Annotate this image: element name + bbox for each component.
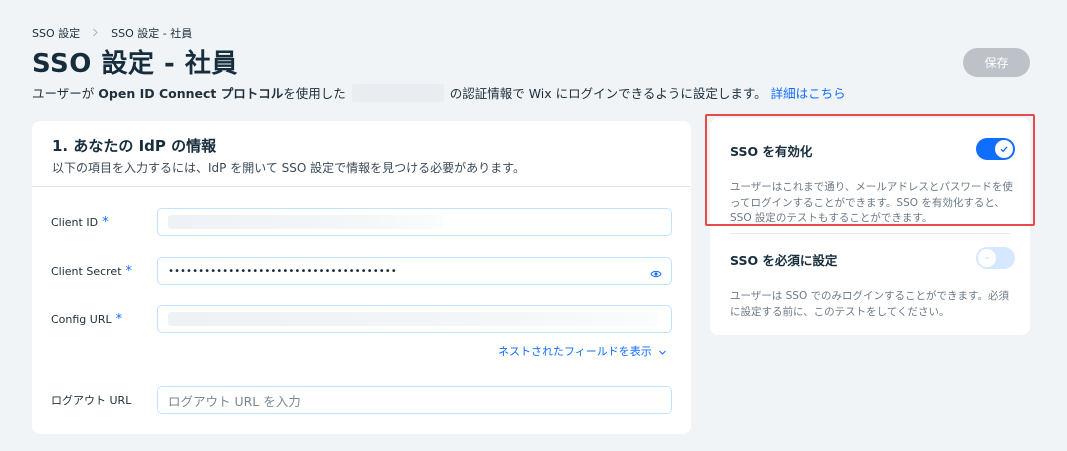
enable-sso-toggle[interactable] — [976, 138, 1015, 160]
breadcrumb-item-sso-settings[interactable]: SSO 設定 — [32, 25, 80, 41]
client-secret-value: •••••••••••••••••••••••••••••••••••••• — [168, 265, 397, 277]
divider — [730, 233, 1010, 234]
enable-sso-section: SSO を有効化 ユーザーはこれまで通り、メールアドレスとパスワードを使ってログ… — [730, 138, 1015, 227]
page-title: SSO 設定 - 社員 — [32, 49, 238, 79]
subtitle-prefix: ユーザーが — [32, 86, 95, 101]
logout-url-label: ログアウト URL — [51, 392, 131, 408]
breadcrumb: SSO 設定 SSO 設定 - 社員 — [32, 25, 192, 41]
minus-icon — [985, 257, 989, 259]
require-sso-section: SSO を必須に設定 ユーザーは SSO でのみログインすることができます。必須… — [730, 247, 1015, 320]
toggle-knob — [995, 140, 1013, 158]
required-marker: * — [125, 263, 133, 279]
save-button[interactable]: 保存 — [963, 48, 1030, 77]
redacted-value — [168, 312, 658, 326]
required-marker: * — [102, 214, 109, 230]
idp-info-card: 1. あなたの IdP の情報 以下の項目を入力するには、IdP を開いて SS… — [32, 121, 691, 434]
enable-sso-description: ユーザーはこれまで通り、メールアドレスとパスワードを使ってログインすることができ… — [730, 181, 1013, 224]
client-secret-input[interactable]: •••••••••••••••••••••••••••••••••••••• — [157, 257, 672, 285]
sso-toggle-card: SSO を有効化 ユーザーはこれまで通り、メールアドレスとパスワードを使ってログ… — [710, 118, 1030, 335]
redacted-text — [351, 83, 444, 102]
chevron-right-icon — [92, 27, 99, 40]
nested-fields-link-text: ネストされたフィールドを表示 — [498, 345, 652, 358]
config-url-input[interactable] — [157, 305, 672, 333]
toggle-knob — [978, 249, 996, 267]
require-sso-toggle[interactable] — [976, 247, 1015, 269]
require-sso-title: SSO を必須に設定 — [730, 253, 838, 268]
redacted-value — [168, 215, 443, 229]
enable-sso-title: SSO を有効化 — [730, 144, 813, 159]
subtitle-suffix: の認証情報で Wix にログインできるように設定します。 — [449, 86, 767, 101]
page-subtitle: ユーザーが Open ID Connect プロトコル を使用した の認証情報で… — [32, 83, 846, 102]
config-url-row: Config URL * — [32, 304, 691, 334]
client-id-input[interactable] — [157, 208, 672, 236]
logout-url-placeholder: ログアウト URL を入力 — [168, 393, 301, 409]
client-secret-label-text: Client Secret — [51, 264, 122, 278]
chevron-down-icon — [658, 347, 667, 356]
subtitle-mid: を使用した — [283, 86, 346, 101]
idp-card-title: 1. あなたの IdP の情報 — [52, 137, 217, 155]
idp-card-header: 1. あなたの IdP の情報 以下の項目を入力するには、IdP を開いて SS… — [32, 121, 691, 187]
idp-card-description: 以下の項目を入力するには、IdP を開いて SSO 設定で情報を見つける必要があ… — [52, 161, 525, 175]
logout-url-label-text: ログアウト URL — [51, 394, 132, 407]
breadcrumb-item-current: SSO 設定 - 社員 — [111, 27, 193, 40]
client-secret-label: Client Secret * — [51, 264, 132, 279]
show-nested-fields-link[interactable]: ネストされたフィールドを表示 — [498, 343, 667, 359]
client-id-row: Client ID * — [32, 207, 691, 237]
client-id-label-text: Client ID — [51, 215, 99, 229]
logout-url-row: ログアウト URL ログアウト URL を入力 — [32, 385, 691, 415]
config-url-label: Config URL * — [51, 312, 122, 327]
client-id-label: Client ID * — [51, 215, 109, 230]
required-marker: * — [115, 311, 123, 327]
check-icon — [1000, 146, 1008, 153]
client-secret-row: Client Secret * ••••••••••••••••••••••••… — [32, 256, 691, 286]
learn-more-link[interactable]: 詳細はこちら — [771, 83, 846, 102]
config-url-label-text: Config URL — [51, 312, 112, 326]
eye-icon[interactable] — [650, 265, 662, 278]
require-sso-description: ユーザーは SSO でのみログインすることができます。必須に設定する前に、このテ… — [730, 290, 1010, 318]
logout-url-input[interactable]: ログアウト URL を入力 — [157, 386, 672, 414]
subtitle-protocol: Open ID Connect プロトコル — [98, 86, 284, 101]
